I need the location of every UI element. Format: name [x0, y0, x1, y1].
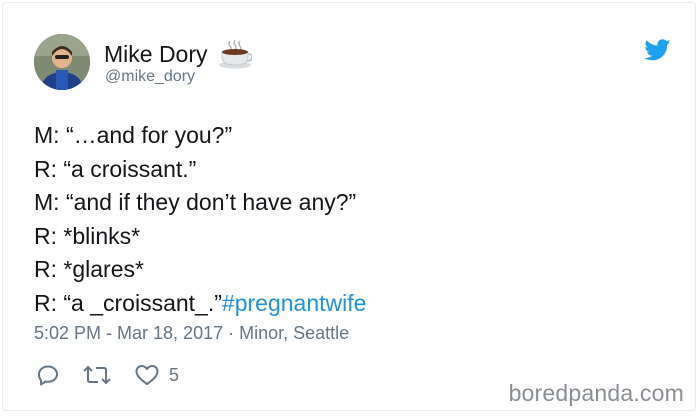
action-bar: 5 — [36, 363, 201, 387]
coffee-icon — [218, 39, 253, 69]
tweet-timestamp[interactable]: 5:02 PM - Mar 18, 2017 · Minor, Seattle — [34, 323, 349, 344]
retweet-icon — [83, 365, 111, 385]
avatar-photo — [34, 34, 90, 90]
like-count: 5 — [169, 364, 180, 385]
tweet-line: M: “…and for you?” — [34, 122, 233, 148]
tweet-line-last: R: “a _croissant_.”#pregnantwife — [34, 287, 366, 321]
twitter-bird-icon[interactable] — [644, 39, 671, 61]
watermark: boredpanda.com — [508, 380, 684, 406]
reply-button[interactable] — [36, 363, 60, 387]
reply-icon — [38, 365, 58, 386]
author-handle[interactable]: @mike_dory — [105, 68, 195, 86]
tweet-line: M: “and if they don’t have any?” — [34, 189, 357, 215]
avatar[interactable] — [34, 34, 90, 90]
tweet-line: R: “a croissant.” — [34, 155, 197, 182]
tweet-line: R: *blinks* — [34, 222, 141, 249]
tweet-line: R: *glares* — [34, 256, 144, 282]
retweet-button[interactable] — [82, 363, 112, 387]
hashtag-link[interactable]: #pregnantwife — [222, 290, 367, 316]
tweet-text: M: “…and for you?” R: “a croissant.” M: … — [34, 119, 366, 320]
tweet-card: Mike Dory @mike_dory M: “…and for you?” … — [2, 2, 696, 411]
heart-icon — [135, 365, 159, 385]
tweet-line-text: R: “a _croissant_.” — [34, 289, 222, 316]
author-name[interactable]: Mike Dory — [104, 41, 208, 68]
like-button[interactable]: 5 — [134, 363, 179, 387]
